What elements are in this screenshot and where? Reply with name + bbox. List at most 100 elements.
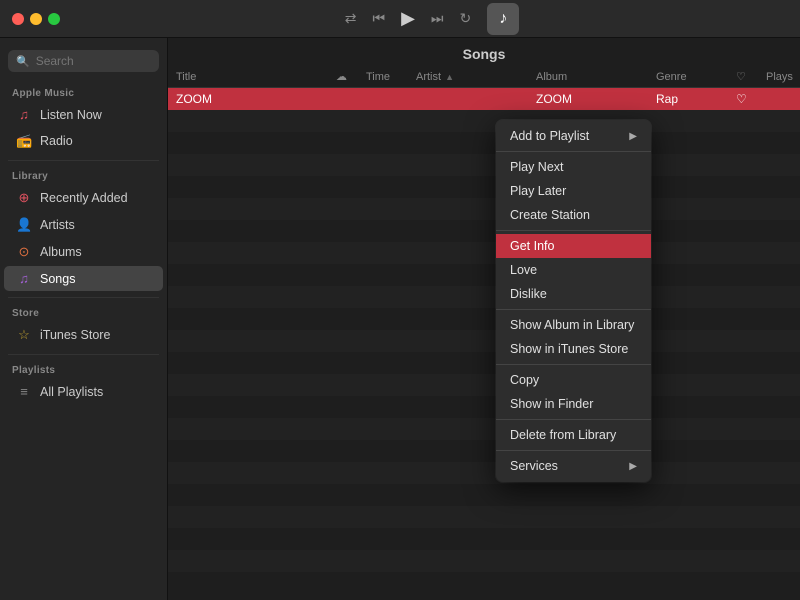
- table-row: [168, 462, 800, 484]
- music-note-icon: ♪: [499, 10, 507, 28]
- table-row: [168, 506, 800, 528]
- menu-item-label: Services: [510, 459, 558, 473]
- menu-item-delete-from-library[interactable]: Delete from Library: [496, 423, 651, 447]
- traffic-lights: [12, 13, 60, 25]
- sidebar-item-label: Albums: [40, 245, 82, 259]
- sidebar-item-recently-added[interactable]: ⊕ Recently Added: [4, 185, 163, 211]
- menu-item-show-in-itunes-store[interactable]: Show in iTunes Store: [496, 337, 651, 361]
- minimize-button[interactable]: [30, 13, 42, 25]
- sidebar-item-radio[interactable]: 📻 Radio: [4, 128, 163, 154]
- submenu-arrow-icon: ▶: [629, 131, 637, 142]
- menu-item-label: Love: [510, 263, 537, 277]
- menu-separator: [496, 230, 651, 231]
- sidebar-item-label: All Playlists: [40, 385, 103, 399]
- table-row: [168, 242, 800, 264]
- table-row: [168, 352, 800, 374]
- menu-item-copy[interactable]: Copy: [496, 368, 651, 392]
- col-header-cloud: ☁: [336, 70, 366, 83]
- table-row: [168, 308, 800, 330]
- col-header-genre[interactable]: Genre: [656, 71, 736, 83]
- table-row: [168, 330, 800, 352]
- section-title-library: Library: [0, 167, 167, 184]
- sidebar-item-label: iTunes Store: [40, 328, 110, 342]
- menu-item-create-station[interactable]: Create Station: [496, 203, 651, 227]
- sidebar-item-label: Songs: [40, 272, 75, 286]
- menu-item-show-album-in-library[interactable]: Show Album in Library: [496, 313, 651, 337]
- context-menu: Add to Playlist ▶ Play Next Play Later C…: [496, 120, 651, 482]
- table-row: [168, 440, 800, 462]
- prev-button[interactable]: ⏮: [372, 10, 385, 27]
- menu-item-label: Play Later: [510, 184, 566, 198]
- search-input[interactable]: [36, 54, 151, 68]
- menu-item-label: Dislike: [510, 287, 547, 301]
- songs-icon: ♫: [16, 271, 32, 286]
- col-header-time[interactable]: Time: [366, 71, 416, 83]
- sidebar-divider-3: [8, 354, 159, 355]
- table-row: [168, 572, 800, 594]
- menu-item-play-next[interactable]: Play Next: [496, 155, 651, 179]
- menu-separator: [496, 309, 651, 310]
- sidebar-item-label: Artists: [40, 218, 75, 232]
- menu-item-label: Get Info: [510, 239, 554, 253]
- sidebar-item-artists[interactable]: 👤 Artists: [4, 212, 163, 238]
- sidebar-divider-1: [8, 160, 159, 161]
- menu-item-label: Delete from Library: [510, 428, 616, 442]
- cell-album: ZOOM: [536, 92, 656, 106]
- next-button[interactable]: ⏭: [431, 10, 444, 27]
- table-row[interactable]: ZOOM ZOOM Rap ♡: [168, 88, 800, 110]
- sort-arrow-icon: ▲: [445, 72, 454, 82]
- all-playlists-icon: ≡: [16, 384, 32, 399]
- sidebar-item-label: Listen Now: [40, 108, 102, 122]
- section-title-playlists: Playlists: [0, 361, 167, 378]
- col-header-title[interactable]: Title: [176, 71, 336, 83]
- sidebar-item-label: Recently Added: [40, 191, 128, 205]
- menu-item-label: Copy: [510, 373, 539, 387]
- sidebar-item-label: Radio: [40, 134, 73, 148]
- recently-added-icon: ⊕: [16, 190, 32, 206]
- table-row: [168, 528, 800, 550]
- table-row: [168, 154, 800, 176]
- submenu-arrow-icon: ▶: [629, 461, 637, 472]
- content-title: Songs: [168, 38, 800, 66]
- maximize-button[interactable]: [48, 13, 60, 25]
- col-header-album[interactable]: Album: [536, 71, 656, 83]
- menu-item-play-later[interactable]: Play Later: [496, 179, 651, 203]
- repeat-button[interactable]: ↻: [460, 10, 472, 27]
- search-icon: 🔍: [16, 55, 30, 68]
- content-area: Songs Title ☁ Time Artist ▲ Album Genre …: [168, 38, 800, 600]
- play-button[interactable]: ▶: [401, 8, 415, 29]
- menu-item-love[interactable]: Love: [496, 258, 651, 282]
- sidebar-item-itunes-store[interactable]: ☆ iTunes Store: [4, 322, 163, 348]
- shuffle-button[interactable]: ⇄: [345, 10, 357, 27]
- table-row: [168, 374, 800, 396]
- sidebar-item-songs[interactable]: ♫ Songs: [4, 266, 163, 291]
- playback-controls: ⇄ ⏮ ▶ ⏭ ↻ ♪: [76, 3, 788, 35]
- radio-icon: 📻: [16, 133, 32, 149]
- main-layout: 🔍 Apple Music ♫ Listen Now 📻 Radio Libra…: [0, 38, 800, 600]
- menu-separator: [496, 151, 651, 152]
- sidebar: 🔍 Apple Music ♫ Listen Now 📻 Radio Libra…: [0, 38, 168, 600]
- menu-item-show-in-finder[interactable]: Show in Finder: [496, 392, 651, 416]
- menu-item-get-info[interactable]: Get Info: [496, 234, 651, 258]
- menu-item-services[interactable]: Services ▶: [496, 454, 651, 478]
- menu-item-dislike[interactable]: Dislike: [496, 282, 651, 306]
- close-button[interactable]: [12, 13, 24, 25]
- table-row: [168, 220, 800, 242]
- menu-item-label: Show Album in Library: [510, 318, 634, 332]
- search-bar[interactable]: 🔍: [8, 50, 159, 72]
- sidebar-item-listen-now[interactable]: ♫ Listen Now: [4, 102, 163, 127]
- menu-item-add-to-playlist[interactable]: Add to Playlist ▶: [496, 124, 651, 148]
- col-header-plays[interactable]: Plays: [766, 71, 800, 83]
- sidebar-item-albums[interactable]: ⊙ Albums: [4, 239, 163, 265]
- table-row: [168, 550, 800, 572]
- menu-separator: [496, 419, 651, 420]
- menu-item-label: Add to Playlist: [510, 129, 589, 143]
- table-row: [168, 418, 800, 440]
- section-title-apple-music: Apple Music: [0, 84, 167, 101]
- sidebar-item-all-playlists[interactable]: ≡ All Playlists: [4, 379, 163, 404]
- table-header: Title ☁ Time Artist ▲ Album Genre ♡ Play…: [168, 66, 800, 88]
- col-header-artist[interactable]: Artist ▲: [416, 71, 536, 83]
- cell-heart[interactable]: ♡: [736, 92, 766, 106]
- listen-now-icon: ♫: [16, 107, 32, 122]
- table-row: [168, 484, 800, 506]
